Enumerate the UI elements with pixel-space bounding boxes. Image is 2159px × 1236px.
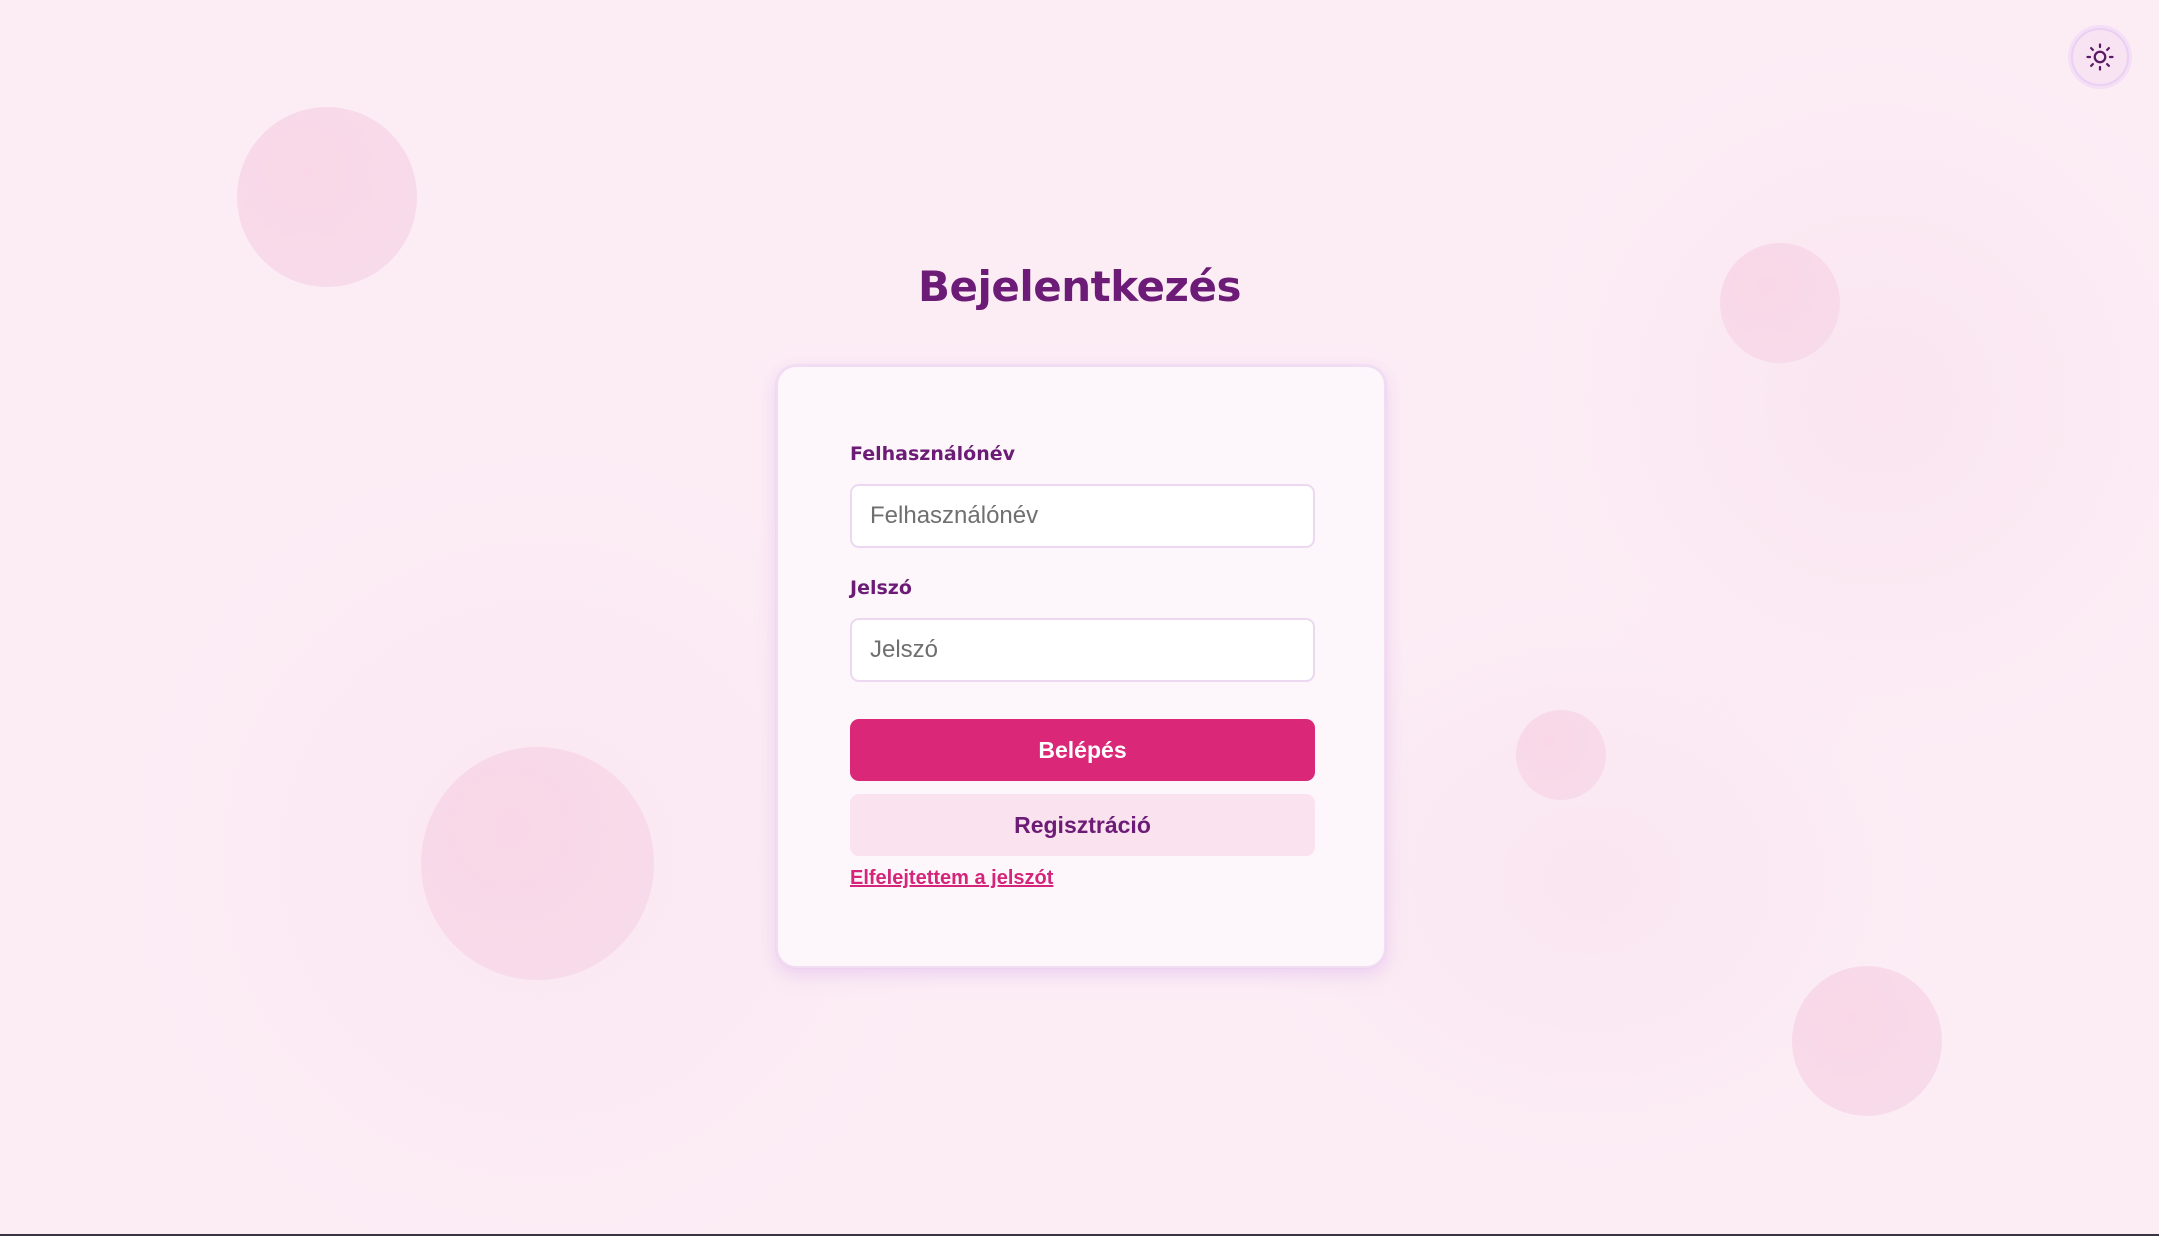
login-button[interactable]: Belépés xyxy=(850,719,1315,781)
username-label: Felhasználónév xyxy=(850,443,1016,465)
password-label: Jelszó xyxy=(850,577,912,599)
login-card: Felhasználónév Jelszó Belépés Regisztrác… xyxy=(776,365,1386,968)
sun-icon xyxy=(2086,43,2114,71)
page-title: Bejelentkezés xyxy=(918,262,1241,311)
password-input[interactable] xyxy=(850,618,1315,682)
decorative-bubble xyxy=(1516,710,1606,800)
username-input[interactable] xyxy=(850,484,1315,548)
register-button[interactable]: Regisztráció xyxy=(850,794,1315,856)
decorative-bubble xyxy=(237,107,417,287)
forgot-password-link[interactable]: Elfelejtettem a jelszót xyxy=(850,867,1053,890)
decorative-bubble xyxy=(421,747,654,980)
theme-toggle-button[interactable] xyxy=(2071,28,2129,86)
decorative-bubble xyxy=(1792,966,1942,1116)
